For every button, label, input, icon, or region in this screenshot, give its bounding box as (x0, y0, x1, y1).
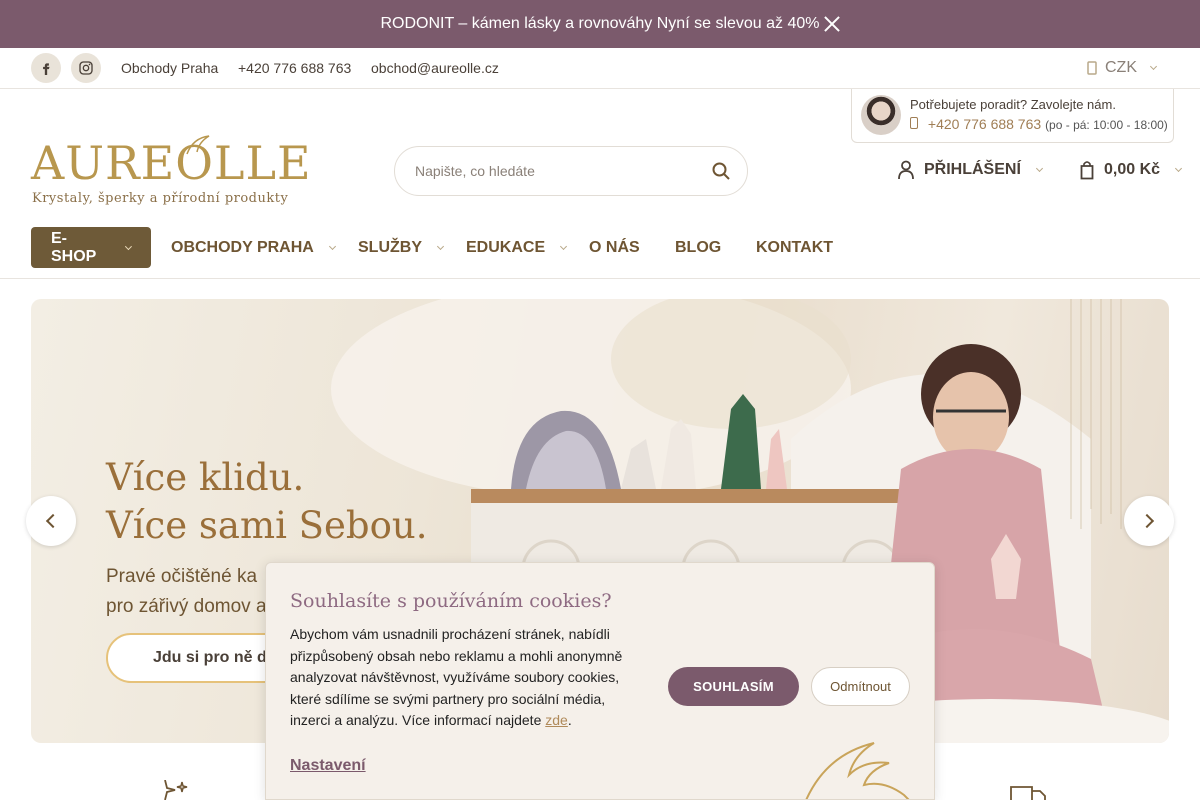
nav-item-o-nas[interactable]: O NÁS (589, 227, 640, 268)
cart-button[interactable]: 0,00 Kč (1080, 160, 1183, 180)
nav-item-label: SLUŽBY (358, 238, 422, 256)
carousel-next-button[interactable] (1124, 496, 1174, 546)
logo[interactable]: AUREOLLE Krystaly, šperky a přírodní pro… (31, 135, 311, 208)
stores-link[interactable]: Obchody Praha (121, 60, 218, 76)
hero-headline-line-2: Více sami Sebou. (106, 504, 428, 547)
facebook-icon[interactable] (31, 53, 61, 83)
sparkle-icon (164, 780, 188, 800)
announcement-text[interactable]: RODONIT – kámen lásky a rovnováhy Nyní s… (381, 15, 820, 33)
advisor-hours: (po - pá: 10:00 - 18:00) (1045, 118, 1168, 132)
chevron-down-icon (1149, 62, 1158, 71)
search-icon[interactable] (711, 161, 731, 181)
currency-selector[interactable]: CZK (1087, 59, 1158, 77)
main-nav: E-SHOP OBCHODY PRAHA SLUŽBY EDUKACE O NÁ… (0, 227, 1200, 279)
search-input[interactable] (415, 163, 685, 179)
advisor-phone-row: +420 776 688 763 (po - pá: 10:00 - 18:00… (910, 116, 1168, 132)
cookie-deny-button[interactable]: Odmítnout (811, 667, 910, 706)
cookie-accept-button[interactable]: SOUHLASÍM (668, 667, 799, 706)
nav-item-obchody-praha[interactable]: OBCHODY PRAHA (171, 227, 336, 268)
announcement-bar: RODONIT – kámen lásky a rovnováhy Nyní s… (0, 0, 1200, 48)
nav-item-sluzby[interactable]: SLUŽBY (358, 227, 445, 268)
currency-icon (1087, 61, 1097, 75)
chevron-down-icon (1175, 164, 1183, 173)
cookie-text: Abychom vám usnadnili procházení stránek… (290, 626, 623, 728)
login-label: PŘIHLÁŠENÍ (924, 161, 1021, 178)
top-info-bar: Obchody Praha +420 776 688 763 obchod@au… (0, 48, 1200, 89)
chevron-down-icon (328, 242, 336, 250)
close-icon[interactable] (822, 14, 842, 34)
logo-bird-watermark-icon (805, 742, 910, 799)
nav-item-label: OBCHODY PRAHA (171, 238, 314, 256)
instagram-icon[interactable] (71, 53, 101, 83)
chevron-down-icon (125, 242, 133, 250)
search-bar (394, 146, 748, 196)
nav-item-edukace[interactable]: EDUKACE (466, 227, 568, 268)
hero-headline-line-1: Více klidu. (106, 456, 305, 499)
cookie-body: Abychom vám usnadnili procházení stránek… (290, 626, 623, 728)
cookie-settings-link[interactable]: Nastavení (290, 757, 366, 775)
logo-wordmark: AUREOLLE (31, 136, 312, 190)
nav-item-kontakt[interactable]: KONTAKT (756, 227, 833, 268)
advisor-box: Potřebujete poradit? Zavolejte nám. +420… (851, 89, 1174, 143)
chevron-right-icon (1139, 513, 1155, 529)
logo-tagline: Krystaly, šperky a přírodní produkty (32, 191, 289, 206)
chevron-left-icon (45, 513, 61, 529)
avatar (861, 95, 901, 135)
hero-headline: Více klidu. Více sami Sebou. (106, 454, 427, 550)
delivery-truck-icon (1010, 786, 1046, 800)
cookie-title: Souhlasíte s používáním cookies? (290, 590, 612, 612)
nav-item-label: EDUKACE (466, 238, 546, 256)
advisor-phone-link[interactable]: +420 776 688 763 (928, 116, 1041, 132)
nav-item-eshop[interactable]: E-SHOP (31, 227, 151, 268)
cart-icon (1080, 161, 1094, 180)
logo-bird-icon (186, 135, 210, 155)
nav-item-label: E-SHOP (51, 229, 97, 265)
user-icon (898, 160, 914, 180)
email-link[interactable]: obchod@aureolle.cz (371, 60, 499, 76)
carousel-prev-button[interactable] (26, 496, 76, 546)
phone-link[interactable]: +420 776 688 763 (238, 60, 351, 76)
chevron-down-icon (1035, 164, 1043, 173)
chevron-down-icon (436, 242, 445, 250)
cookie-dialog: Souhlasíte s používáním cookies? Abychom… (265, 562, 935, 800)
nav-item-blog[interactable]: BLOG (675, 227, 721, 268)
cart-total: 0,00 Kč (1104, 161, 1161, 178)
cookie-info-link[interactable]: zde (545, 712, 568, 728)
currency-label: CZK (1105, 59, 1137, 76)
chevron-down-icon (560, 242, 568, 250)
advisor-question: Potřebujete poradit? Zavolejte nám. (910, 97, 1116, 112)
phone-icon (910, 117, 918, 129)
login-button[interactable]: PŘIHLÁŠENÍ (898, 160, 1043, 180)
